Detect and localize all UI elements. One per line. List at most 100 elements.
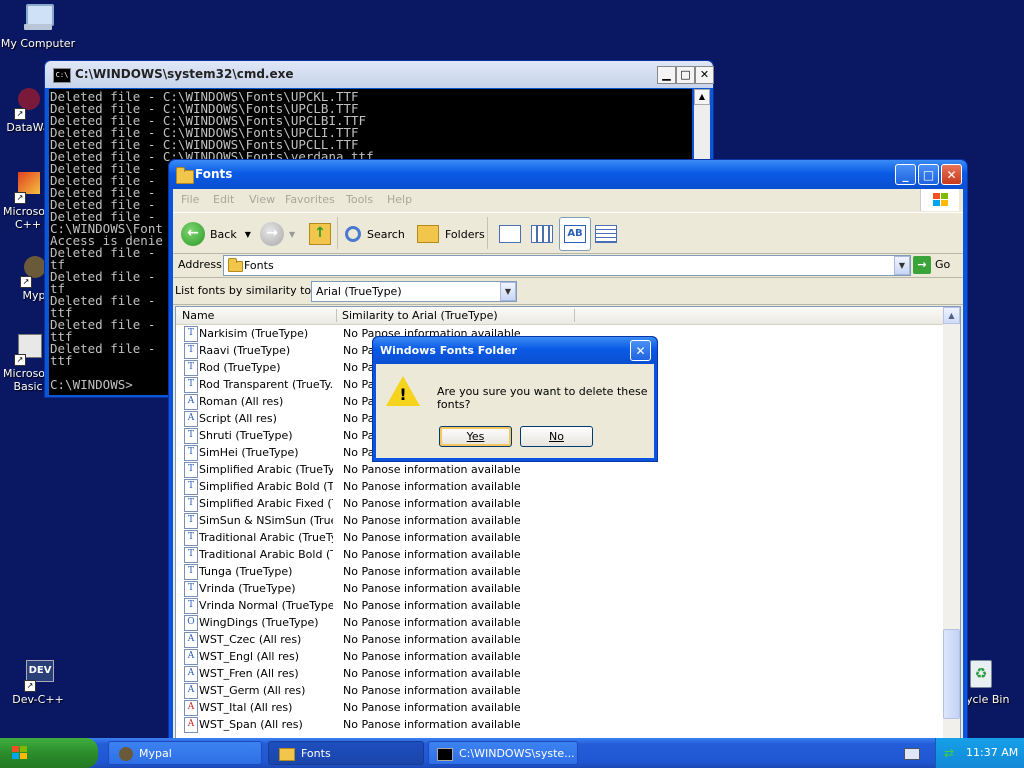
warning-mark: ! <box>399 385 407 404</box>
search-label: Search <box>367 227 405 241</box>
raster-font-icon: A <box>184 632 198 648</box>
cmd-icon: C:\ <box>53 68 71 83</box>
font-name: WST_Czec (All res) <box>199 633 302 646</box>
font-name: Simplified Arabic Bold (Tru... <box>199 480 333 493</box>
cmd-title: C:\WINDOWS\system32\cmd.exe <box>75 67 294 81</box>
font-row[interactable]: T Traditional Arabic (TrueTy... No Panose … <box>176 529 943 546</box>
up-folder-button[interactable]: ↑ <box>309 221 331 247</box>
search-button[interactable]: Search <box>345 221 405 247</box>
list-scrollbar[interactable]: ▲ <box>943 307 960 744</box>
large-icons-view-button[interactable] <box>499 221 521 247</box>
font-row[interactable]: T Tunga (TrueType) No Panose information a… <box>176 563 943 580</box>
font-similarity: No Panose information available <box>343 514 521 527</box>
confirm-dialog[interactable]: Windows Fonts Folder ✕ ! Are you sure yo… <box>372 336 658 462</box>
menu-tools[interactable]: Tools <box>346 193 373 206</box>
start-button[interactable] <box>0 738 98 768</box>
menu-help[interactable]: Help <box>387 193 412 206</box>
dialog-titlebar[interactable]: Windows Fonts Folder ✕ <box>373 337 657 364</box>
font-name: WST_Span (All res) <box>199 718 303 731</box>
maximize-button[interactable]: □ <box>676 66 695 84</box>
minimize-button[interactable]: ▁ <box>657 66 676 84</box>
font-name: WST_Fren (All res) <box>199 667 299 680</box>
task-cmd[interactable]: C:\WINDOWS\syste... <box>428 741 578 765</box>
address-bar: Address Fonts ▼ → Go <box>173 253 963 278</box>
font-similarity: No Panose information available <box>343 701 521 714</box>
font-similarity: No Panose information available <box>343 650 521 663</box>
task-mypal[interactable]: Mypal <box>108 741 262 765</box>
font-row[interactable]: T Vrinda Normal (TrueType) No Panose infor… <box>176 597 943 614</box>
desktop-icon-my-computer[interactable]: My Computer <box>0 2 76 50</box>
scroll-up-icon[interactable]: ▲ <box>943 307 960 324</box>
chevron-down-icon[interactable]: ▼ <box>894 256 910 275</box>
menu-edit[interactable]: Edit <box>213 193 234 206</box>
yes-button[interactable]: Yes <box>439 426 512 447</box>
font-name: Traditional Arabic (TrueTy... <box>199 531 333 544</box>
task-fonts[interactable]: Fonts <box>268 741 424 765</box>
truetype-font-icon: T <box>184 564 198 580</box>
font-similarity: No Panose information available <box>343 463 521 476</box>
truetype-font-icon: T <box>184 326 198 342</box>
yes-label: Yes <box>466 430 485 443</box>
font-row[interactable]: A WST_Engl (All res) No Panose information… <box>176 648 943 665</box>
back-button[interactable]: ← Back ▼ <box>181 221 251 247</box>
raster-font-icon: A <box>184 411 198 427</box>
font-row[interactable]: A WST_Span (All res) No Panose information… <box>176 716 943 733</box>
folders-button[interactable]: Folders <box>417 221 485 247</box>
folder-icon <box>228 258 243 272</box>
similarity-view-button[interactable]: AB <box>559 217 591 251</box>
font-name: Narkisim (TrueType) <box>199 327 309 340</box>
clock[interactable]: 11:37 AM <box>966 746 1018 759</box>
font-row[interactable]: TSimplified Arabic (TrueType) No Panose i… <box>176 461 943 478</box>
close-button[interactable]: ✕ <box>941 164 962 185</box>
menu-view[interactable]: View <box>249 193 275 206</box>
font-row[interactable]: T Vrinda (TrueType) No Panose information … <box>176 580 943 597</box>
font-row[interactable]: A WST_Ital (All res) No Panose information… <box>176 699 943 716</box>
no-button[interactable]: No <box>520 426 593 447</box>
chevron-down-icon[interactable]: ▼ <box>289 230 295 239</box>
truetype-font-icon: T <box>184 445 198 461</box>
maximize-button[interactable]: □ <box>918 164 939 185</box>
font-row[interactable]: TSimplified Arabic Fixed (Tr... No Panose… <box>176 495 943 512</box>
font-row[interactable]: TTraditional Arabic Bold (Tr... No Panose… <box>176 546 943 563</box>
scroll-up-icon[interactable]: ▲ <box>694 89 710 105</box>
font-row[interactable]: A WST_Czec (All res) No Panose information… <box>176 631 943 648</box>
font-name: WingDings (TrueType) <box>199 616 319 629</box>
details-view-button[interactable] <box>595 221 617 247</box>
close-button[interactable]: ✕ <box>630 340 651 361</box>
similarity-select[interactable]: Arial (TrueType) ▼ <box>311 281 517 302</box>
menu-favorites[interactable]: Favorites <box>285 193 335 206</box>
go-button[interactable]: → Go <box>913 255 950 274</box>
fonts-window-title: Fonts <box>195 167 233 181</box>
address-input[interactable]: Fonts ▼ <box>223 255 911 276</box>
dev-cpp-icon: DEV ↗ <box>22 658 54 692</box>
chevron-down-icon[interactable]: ▼ <box>500 282 516 301</box>
scroll-thumb[interactable] <box>943 629 960 719</box>
close-button[interactable]: ✕ <box>695 66 714 84</box>
list-view-button[interactable] <box>531 221 553 247</box>
font-row[interactable]: TSimplified Arabic Bold (Tru... No Panose… <box>176 478 943 495</box>
column-name[interactable]: Name <box>182 309 214 322</box>
fonts-titlebar[interactable]: Fonts _ □ ✕ <box>169 160 967 189</box>
font-row[interactable]: A WST_Fren (All res) No Panose information… <box>176 665 943 682</box>
chevron-down-icon[interactable]: ▼ <box>245 230 251 239</box>
font-row[interactable]: O WingDings (TrueType) No Panose informati… <box>176 614 943 631</box>
raster-font-icon: A <box>184 394 198 410</box>
font-name: Simplified Arabic Fixed (Tr... <box>199 497 333 510</box>
truetype-font-icon: T <box>184 377 198 393</box>
forward-button[interactable]: → ▼ <box>260 221 295 247</box>
keyboard-icon[interactable] <box>904 748 920 760</box>
cmd-titlebar[interactable]: C:\ C:\WINDOWS\system32\cmd.exe ▁ □ ✕ <box>45 61 714 88</box>
menu-file[interactable]: File <box>181 193 199 206</box>
font-row[interactable]: A WST_Germ (All res) No Panose information… <box>176 682 943 699</box>
visual-cpp-icon: ↗ <box>12 170 44 204</box>
raster-font-icon: A <box>184 717 198 733</box>
up-folder-icon: ↑ <box>309 223 331 245</box>
desktop-icon-dev-cpp[interactable]: DEV ↗ Dev-C++ <box>0 658 76 706</box>
font-row[interactable]: TSimSun & NSimSun (TrueT... No Panose inf… <box>176 512 943 529</box>
network-icon[interactable]: ⇄ <box>944 746 958 760</box>
font-name: WST_Engl (All res) <box>199 650 300 663</box>
dialog-message: Are you sure you want to delete these fo… <box>437 385 648 411</box>
column-similarity[interactable]: Similarity to Arial (TrueType) <box>342 309 498 322</box>
font-name: Raavi (TrueType) <box>199 344 291 357</box>
minimize-button[interactable]: _ <box>895 164 916 185</box>
